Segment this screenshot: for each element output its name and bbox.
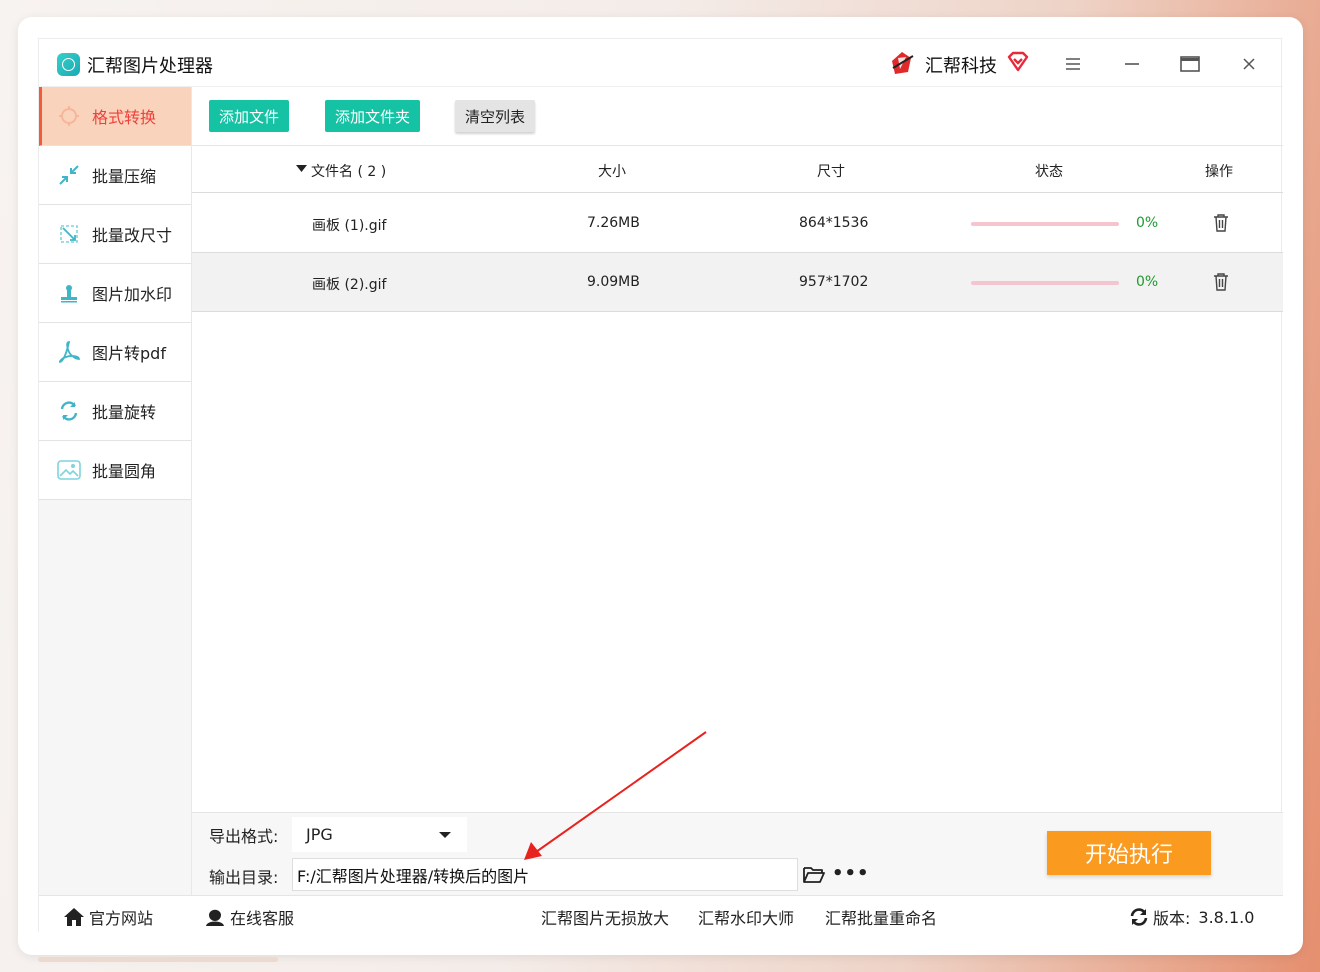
add-folder-button[interactable]: 添加文件夹 [325,100,421,132]
toolbar: 添加文件 添加文件夹 清空列表 [192,87,1283,146]
output-settings-panel: 导出格式: JPG 输出目录: F:/汇帮图片处理器/转换后的图片 ••• 开始… [192,812,1283,895]
row-status: 0% [1136,215,1159,231]
vip-diamond-icon[interactable] [1006,50,1030,74]
column-header-status: 状态 [1035,164,1063,180]
footer: 官方网站 在线客服 汇帮图片无损放大 汇帮水印大师 汇帮批量重命名 版本: 3.… [39,895,1283,933]
row-size: 7.26MB [587,215,640,231]
file-table-header: 文件名 ( 2 ) 大小 尺寸 状态 操作 [192,146,1283,193]
version-label: 版本: [1153,909,1191,928]
row-status: 0% [1136,274,1159,290]
row-size: 9.09MB [587,274,640,290]
official-website-link[interactable]: 官方网站 [63,905,153,929]
minimize-icon[interactable] [1119,51,1145,77]
sidebar-item-label: 图片转pdf [92,344,166,363]
delete-trash-icon[interactable] [1212,272,1230,292]
start-button[interactable]: 开始执行 [1047,831,1211,875]
export-format-label: 导出格式: [209,827,279,846]
format-convert-icon [57,104,81,128]
online-support-label: 在线客服 [230,909,295,928]
sidebar-item-label: 图片加水印 [92,285,173,304]
add-file-button[interactable]: 添加文件 [209,100,290,132]
menu-icon[interactable] [1060,51,1086,77]
delete-trash-icon[interactable] [1212,213,1230,233]
sidebar-item-resize[interactable]: 批量改尺寸 [39,205,191,264]
output-dir-label: 输出目录: [209,868,279,887]
brand-name: 汇帮科技 [925,56,997,77]
batch-rename-link[interactable]: 汇帮批量重命名 [825,905,937,929]
round-corner-icon [57,458,81,482]
app-title: 汇帮图片处理器 [87,56,213,77]
home-icon [64,908,84,926]
sidebar-item-rotate[interactable]: 批量旋转 [39,382,191,441]
headset-icon [206,908,224,926]
official-website-label: 官方网站 [89,909,154,928]
row-dimensions: 864*1536 [799,215,869,231]
more-options-icon[interactable]: ••• [832,863,870,884]
table-row[interactable]: 画板 (2).gif 9.09MB 957*1702 0% [192,253,1283,312]
sort-caret-icon[interactable] [296,161,307,177]
watermark-icon [57,281,81,305]
maximize-icon[interactable] [1177,51,1203,77]
row-filename: 画板 (2).gif [312,277,387,293]
chevron-down-icon [439,832,451,838]
row-filename: 画板 (1).gif [312,218,387,234]
online-support-link[interactable]: 在线客服 [204,905,294,929]
rotate-icon [57,399,81,423]
watermark-master-link[interactable]: 汇帮水印大师 [698,905,794,929]
version-info[interactable]: 版本: 3.8.1.0 [1129,905,1254,929]
column-header-size: 大小 [598,164,626,180]
pdf-icon [57,340,81,364]
refresh-icon [1130,908,1148,926]
version-value: 3.8.1.0 [1198,907,1255,927]
column-header-filename[interactable]: 文件名 ( 2 ) [311,161,386,181]
decorative-line [38,957,278,962]
clear-list-button[interactable]: 清空列表 [455,100,536,132]
brand-logo-icon [892,52,914,74]
sidebar: 格式转换 批量压缩 批量改尺寸 图片加水印 图片转pdf 批量旋转 批量圆角 [39,87,192,895]
export-format-value: JPG [306,825,333,844]
close-icon[interactable] [1236,51,1262,77]
app-logo-icon [57,53,80,76]
sidebar-item-label: 格式转换 [92,108,157,127]
lossless-enlarge-link[interactable]: 汇帮图片无损放大 [541,905,669,929]
sidebar-item-to-pdf[interactable]: 图片转pdf [39,323,191,382]
title-bar: 汇帮图片处理器 汇帮科技 [39,39,1283,87]
export-format-select[interactable]: JPG [292,817,467,852]
sidebar-item-label: 批量压缩 [92,167,157,186]
sidebar-item-compress[interactable]: 批量压缩 [39,146,191,205]
sidebar-item-label: 批量圆角 [92,462,157,481]
column-header-dimensions: 尺寸 [817,164,845,180]
output-dir-field[interactable]: F:/汇帮图片处理器/转换后的图片 [292,858,798,891]
sidebar-item-format-convert[interactable]: 格式转换 [39,87,191,146]
compress-icon [57,163,81,187]
resize-icon [57,222,81,246]
open-folder-icon[interactable] [803,865,825,885]
sidebar-item-watermark[interactable]: 图片加水印 [39,264,191,323]
progress-bar [971,222,1119,226]
sidebar-item-label: 批量旋转 [92,403,157,422]
app-window: 汇帮图片处理器 汇帮科技 格式转换 批量压缩 批量改尺寸 图片加水印 图片转pd… [38,38,1283,933]
progress-bar [971,281,1119,285]
table-row[interactable]: 画板 (1).gif 7.26MB 864*1536 0% [192,194,1283,253]
column-header-action: 操作 [1205,164,1233,180]
sidebar-item-label: 批量改尺寸 [92,226,173,245]
sidebar-item-round-corner[interactable]: 批量圆角 [39,441,191,500]
row-dimensions: 957*1702 [799,274,869,290]
